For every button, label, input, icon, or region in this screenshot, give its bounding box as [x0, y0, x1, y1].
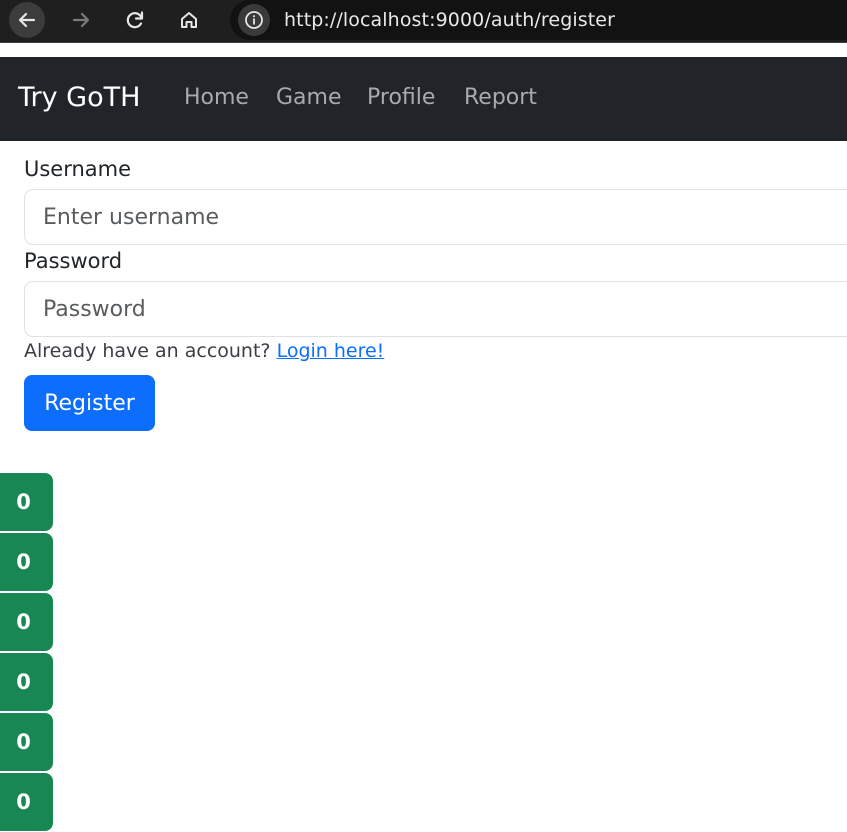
arrow-left-icon [18, 12, 36, 28]
nav-link-home[interactable]: Home [184, 85, 249, 110]
home-icon [181, 12, 197, 28]
home-button[interactable] [171, 2, 207, 38]
nav-link-game[interactable]: Game [276, 85, 342, 110]
forward-button[interactable] [63, 2, 99, 38]
username-label: Username [24, 157, 132, 181]
arrow-right-icon [72, 12, 90, 28]
counter-badge[interactable]: 0 [0, 532, 54, 592]
counter-value: 0 [16, 790, 31, 814]
login-link[interactable]: Login here! [277, 340, 385, 362]
counter-value: 0 [16, 610, 31, 634]
login-prompt: Already have an account? Login here! [24, 340, 384, 362]
username-input[interactable] [24, 189, 847, 245]
counter-value: 0 [16, 550, 31, 574]
url-text[interactable]: http://localhost:9000/auth/register [284, 9, 615, 31]
counter-badge[interactable]: 0 [0, 592, 54, 652]
counter-value: 0 [16, 490, 31, 514]
browser-toolbar: http://localhost:9000/auth/register [0, 0, 847, 43]
counter-badge[interactable]: 0 [0, 712, 54, 772]
navbar-brand[interactable]: Try GoTH [18, 82, 140, 113]
password-input[interactable] [24, 281, 847, 337]
reload-icon [126, 11, 144, 29]
counter-badge[interactable]: 0 [0, 652, 54, 712]
counter-value: 0 [16, 730, 31, 754]
site-info-icon[interactable] [238, 4, 270, 36]
login-prompt-text: Already have an account? [24, 340, 271, 362]
back-button[interactable] [9, 2, 45, 38]
password-label: Password [24, 249, 123, 273]
counter-value: 0 [16, 670, 31, 694]
nav-link-profile[interactable]: Profile [367, 85, 435, 110]
counter-badge[interactable]: 0 [0, 772, 54, 832]
reload-button[interactable] [117, 2, 153, 38]
register-button[interactable]: Register [24, 375, 155, 431]
nav-link-report[interactable]: Report [464, 85, 537, 110]
address-bar[interactable]: http://localhost:9000/auth/register [230, 0, 847, 40]
counter-badge[interactable]: 0 [0, 472, 54, 532]
navbar: Try GoTH Home Game Profile Report [0, 57, 847, 141]
